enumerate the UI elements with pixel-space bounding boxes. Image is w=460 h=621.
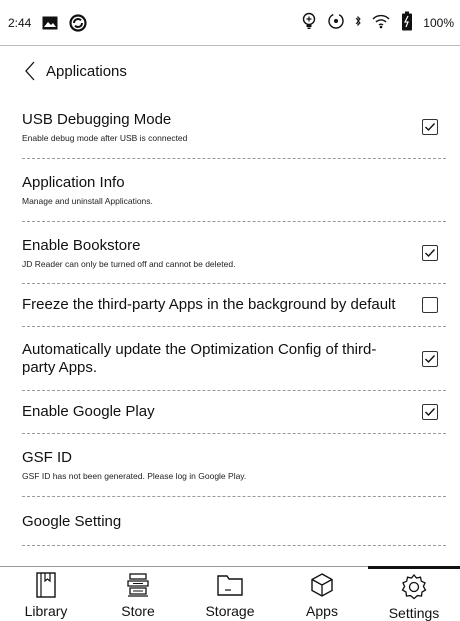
library-icon — [32, 571, 60, 599]
nav-label: Settings — [388, 605, 440, 621]
usb-debugging-checkbox[interactable] — [422, 119, 438, 135]
setting-freeze-third-party[interactable]: Freeze the third-party Apps in the backg… — [22, 284, 446, 327]
page-header: Applications — [0, 54, 460, 88]
refresh-icon — [327, 12, 345, 35]
apps-cube-icon — [308, 571, 336, 599]
nav-store[interactable]: Store — [92, 567, 184, 621]
setting-title: Google Setting — [22, 513, 122, 530]
setting-title: GSF ID — [22, 449, 73, 466]
setting-google-setting[interactable]: Google Setting — [22, 497, 446, 546]
setting-subtitle: GSF ID has not been generated. Please lo… — [22, 471, 247, 481]
setting-subtitle: Enable debug mode after USB is connected — [22, 133, 188, 143]
setting-enable-google-play[interactable]: Enable Google Play — [22, 391, 446, 434]
wifi-icon — [371, 13, 391, 34]
back-arrow-icon[interactable] — [22, 60, 38, 82]
setting-title: Application Info — [22, 174, 125, 191]
settings-list: USB Debugging Mode Enable debug mode aft… — [0, 96, 460, 546]
setting-title: Enable Bookstore — [22, 236, 141, 254]
nav-label: Storage — [205, 603, 255, 619]
freeze-third-party-checkbox[interactable] — [422, 297, 438, 313]
setting-usb-debugging[interactable]: USB Debugging Mode Enable debug mode aft… — [22, 96, 446, 159]
setting-enable-bookstore[interactable]: Enable Bookstore JD Reader can only be t… — [22, 222, 446, 284]
setting-gsf-id[interactable]: GSF ID GSF ID has not been generated. Pl… — [22, 434, 446, 497]
status-bar: 2:44 100% — [0, 0, 460, 46]
nav-apps[interactable]: Apps — [276, 567, 368, 621]
folder-icon — [216, 571, 244, 599]
setting-title: Automatically update the Optimization Co… — [22, 340, 377, 376]
auto-update-optimization-checkbox[interactable] — [422, 350, 438, 367]
nav-label: Library — [24, 603, 68, 619]
setting-subtitle: JD Reader can only be turned off and can… — [22, 258, 236, 269]
settings-gear-icon — [400, 573, 428, 601]
nav-settings[interactable]: Settings — [368, 566, 460, 621]
setting-auto-update-optimization[interactable]: Automatically update the Optimization Co… — [22, 327, 446, 391]
setting-title: USB Debugging Mode — [22, 111, 172, 128]
setting-application-info[interactable]: Application Info Manage and uninstall Ap… — [22, 159, 446, 222]
nav-label: Store — [121, 603, 155, 619]
enable-google-play-checkbox[interactable] — [422, 404, 438, 420]
store-icon — [124, 571, 152, 599]
battery-percentage: 100% — [423, 16, 454, 30]
setting-subtitle: Manage and uninstall Applications. — [22, 196, 153, 206]
image-icon — [41, 14, 59, 32]
nav-storage[interactable]: Storage — [184, 567, 276, 621]
bottom-nav: Library Store Storage Apps Settings — [0, 566, 460, 621]
battery-icon — [401, 11, 413, 36]
sync-status-icon — [69, 13, 87, 32]
setting-title: Freeze the third-party Apps in the backg… — [22, 296, 396, 313]
status-time: 2:44 — [8, 15, 32, 30]
bluetooth-icon — [355, 14, 361, 32]
nav-label: Apps — [306, 603, 338, 619]
enable-bookstore-checkbox[interactable] — [422, 244, 438, 261]
nav-library[interactable]: Library — [0, 567, 92, 621]
setting-title: Enable Google Play — [22, 403, 155, 420]
bulb-icon — [301, 12, 317, 35]
page-title: Applications — [46, 62, 127, 80]
